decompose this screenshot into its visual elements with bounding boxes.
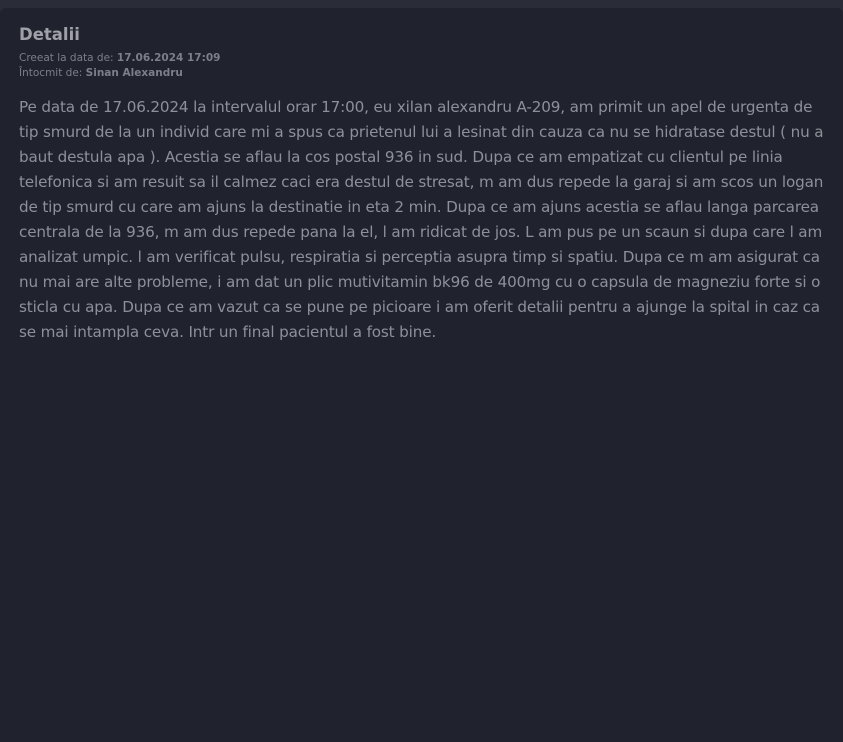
author-value: Sinan Alexandru (85, 67, 183, 79)
author-label: Întocmit de: (19, 67, 83, 79)
created-value: 17.06.2024 17:09 (116, 52, 221, 64)
details-panel: Detalii Creeat la data de: 17.06.2024 17… (0, 8, 843, 742)
details-body-text: Pe data de 17.06.2024 la intervalul orar… (19, 98, 824, 341)
created-label: Creeat la data de: (19, 52, 114, 64)
author-meta: Întocmit de: Sinan Alexandru (19, 66, 824, 81)
details-title: Detalii (19, 25, 80, 44)
created-meta: Creeat la data de: 17.06.2024 17:09 (19, 51, 824, 66)
